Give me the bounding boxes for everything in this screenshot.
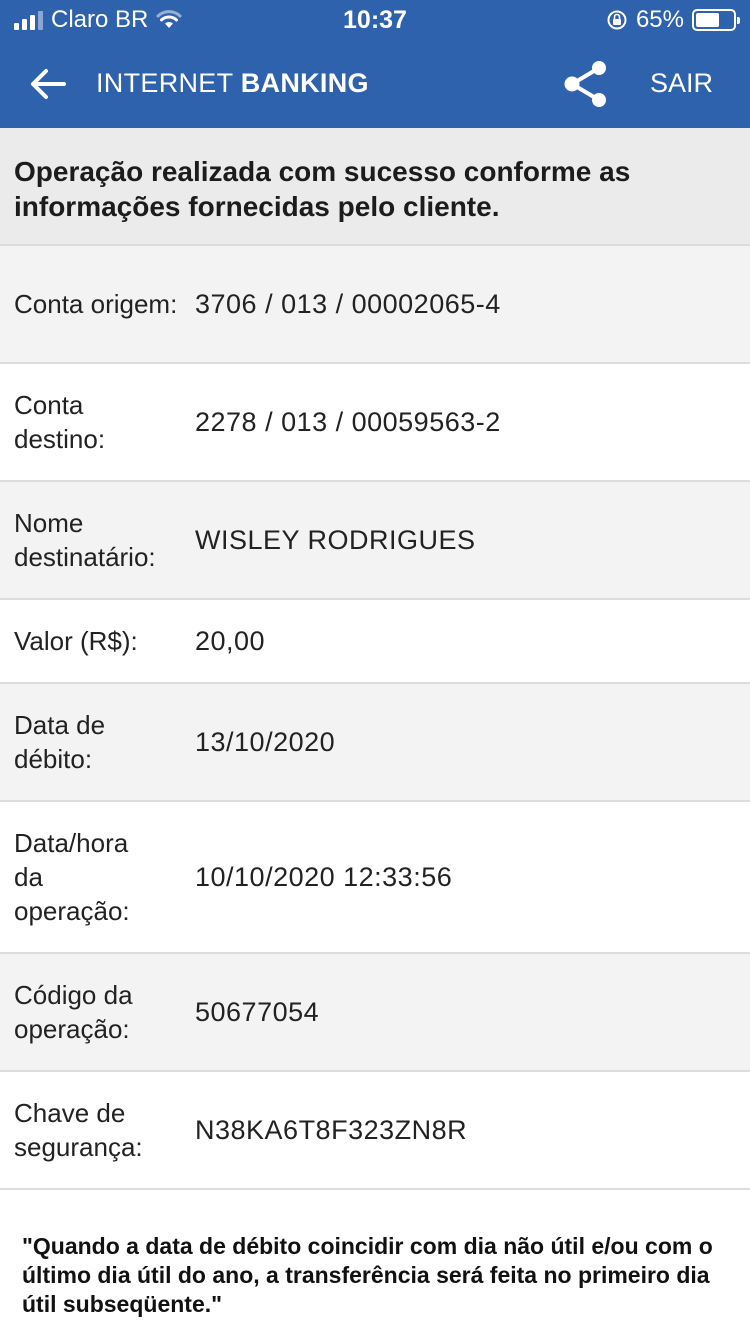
detail-row-security-key: Chave de segurança: N38KA6T8F323ZN8R	[0, 1072, 750, 1190]
detail-label: Data/hora da operação:	[14, 828, 130, 926]
arrow-left-icon[interactable]	[28, 64, 68, 104]
detail-value: 20,00	[195, 625, 266, 656]
footnote: "Quando a data de débito coincidir com d…	[22, 1233, 713, 1317]
detail-value: 2278 / 013 / 00059563-2	[195, 406, 501, 437]
success-message: Operação realizada com sucesso conforme …	[0, 128, 750, 246]
detail-label: Data de débito:	[14, 710, 106, 774]
detail-value: 50677054	[195, 996, 320, 1027]
detail-row-amount: Valor (R$): 20,00	[0, 600, 750, 684]
title-bold: BANKING	[240, 68, 369, 98]
status-right: 65%	[606, 6, 740, 34]
detail-label: Valor (R$):	[14, 626, 138, 656]
detail-row-operation-datetime: Data/hora da operação: 10/10/2020 12:33:…	[0, 802, 750, 954]
share-icon[interactable]	[560, 58, 612, 110]
page-title: INTERNET BANKING	[96, 68, 369, 99]
orientation-lock-icon	[607, 10, 627, 30]
detail-label: Código da operação:	[14, 980, 133, 1044]
detail-value: 13/10/2020	[195, 726, 336, 757]
detail-value: 3706 / 013 / 00002065-4	[195, 288, 501, 319]
app-header: INTERNET BANKING SAIR	[0, 40, 750, 128]
detail-value: WISLEY RODRIGUES	[195, 524, 476, 555]
detail-value: 10/10/2020 12:33:56	[195, 861, 453, 892]
detail-row-source-account: Conta origem: 3706 / 013 / 00002065-4	[0, 246, 750, 364]
detail-row-destination-account: Conta destino: 2278 / 013 / 00059563-2	[0, 364, 750, 482]
detail-label: Conta destino:	[14, 390, 106, 454]
title-regular: INTERNET	[96, 68, 233, 98]
detail-row-recipient-name: Nome destinatário: WISLEY RODRIGUES	[0, 482, 750, 600]
detail-label: Nome destinatário:	[14, 508, 156, 572]
detail-label: Conta origem:	[14, 289, 178, 319]
detail-row-operation-code: Código da operação: 50677054	[0, 954, 750, 1072]
exit-button[interactable]: SAIR	[650, 68, 713, 99]
battery-fill	[696, 13, 720, 27]
transfer-details: Conta origem: 3706 / 013 / 00002065-4 Co…	[0, 246, 750, 1190]
detail-row-debit-date: Data de débito: 13/10/2020	[0, 684, 750, 802]
battery-icon	[692, 9, 740, 31]
battery-percent: 65%	[635, 6, 684, 33]
detail-label: Chave de segurança:	[14, 1098, 143, 1162]
status-bar: Claro BR 10:37 65%	[0, 0, 750, 40]
detail-value: N38KA6T8F323ZN8R	[195, 1114, 468, 1145]
